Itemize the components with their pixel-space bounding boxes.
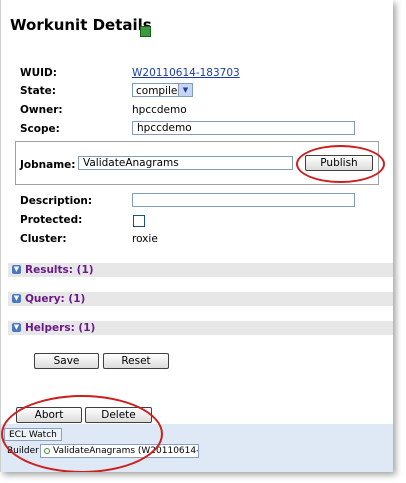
highlight-ellipse-taskbar bbox=[1, 395, 163, 472]
section-results[interactable]: ▼ Results: (1) bbox=[8, 263, 393, 277]
cluster-label: Cluster: bbox=[20, 233, 67, 245]
section-query[interactable]: ▼ Query: (1) bbox=[8, 292, 393, 306]
chevron-down-icon: ▼ bbox=[178, 84, 192, 96]
cluster-value: roxie bbox=[132, 233, 158, 245]
jobname-value: ValidateAnagrams bbox=[83, 157, 179, 169]
section-query-label: Query: (1) bbox=[25, 293, 86, 305]
save-button[interactable]: Save bbox=[34, 353, 99, 369]
owner-label: Owner: bbox=[20, 104, 63, 116]
wuid-label: WUID: bbox=[20, 67, 57, 79]
state-select[interactable]: compiled ▼ bbox=[132, 83, 193, 97]
workunit-window: Workunit Details WUID: W20110614-183703 … bbox=[0, 0, 393, 472]
refresh-icon[interactable] bbox=[140, 26, 151, 37]
protected-checkbox[interactable] bbox=[133, 215, 145, 227]
reset-button[interactable]: Reset bbox=[103, 353, 169, 369]
scope-label: Scope: bbox=[20, 123, 60, 135]
section-helpers[interactable]: ▼ Helpers: (1) bbox=[8, 321, 393, 335]
page-title: Workunit Details bbox=[10, 16, 152, 34]
owner-value: hpccdemo bbox=[132, 104, 187, 116]
scope-input[interactable]: hpccdemo bbox=[132, 121, 355, 135]
state-value: compiled bbox=[136, 85, 185, 97]
jobname-label: Jobname: bbox=[20, 159, 76, 171]
state-label: State: bbox=[20, 85, 57, 97]
description-label: Description: bbox=[20, 195, 93, 207]
wuid-link[interactable]: W20110614-183703 bbox=[132, 67, 240, 79]
highlight-ellipse-publish bbox=[296, 145, 385, 183]
description-input[interactable] bbox=[132, 193, 355, 207]
protected-label: Protected: bbox=[20, 214, 83, 226]
expand-icon: ▼ bbox=[12, 323, 21, 332]
scope-value: hpccdemo bbox=[137, 122, 192, 134]
section-helpers-label: Helpers: (1) bbox=[25, 322, 96, 334]
section-results-label: Results: (1) bbox=[25, 264, 94, 276]
expand-icon: ▼ bbox=[12, 294, 21, 303]
jobname-input[interactable]: ValidateAnagrams bbox=[78, 156, 293, 170]
expand-icon: ▼ bbox=[12, 265, 21, 274]
